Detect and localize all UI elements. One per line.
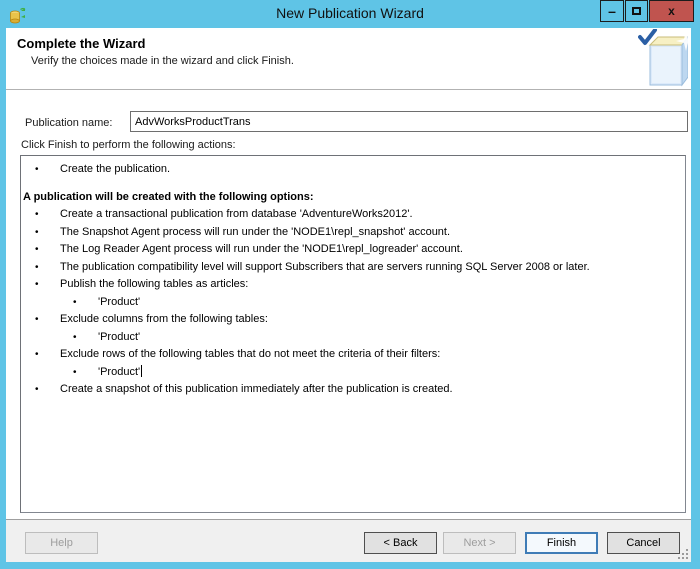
text-caret: [141, 365, 142, 377]
list-item: •'Product': [21, 364, 685, 382]
list-item: •The Snapshot Agent process will run und…: [21, 224, 685, 242]
bullet-icon: •: [35, 241, 39, 259]
maximize-icon: [632, 7, 641, 15]
list-item: •The Log Reader Agent process will run u…: [21, 241, 685, 259]
finish-button[interactable]: Finish: [525, 532, 598, 554]
list-item: •Create the publication.: [21, 161, 685, 179]
bullet-icon: •: [35, 259, 39, 277]
help-button: Help: [25, 532, 98, 554]
bullet-icon: •: [35, 311, 39, 329]
button-strip: Help < Back Next > Finish Cancel: [6, 519, 691, 562]
close-button[interactable]: x: [649, 0, 694, 22]
list-item: •Publish the following tables as article…: [21, 276, 685, 294]
bullet-icon: •: [35, 381, 39, 399]
list-section-heading: A publication will be created with the f…: [21, 189, 685, 207]
bullet-icon: •: [35, 206, 39, 224]
window-title: New Publication Wizard: [0, 5, 700, 21]
resize-grip[interactable]: [678, 549, 688, 559]
list-item: •'Product': [21, 329, 685, 347]
list-item: •Create a snapshot of this publication i…: [21, 381, 685, 399]
cancel-button[interactable]: Cancel: [607, 532, 680, 554]
next-button: Next >: [443, 532, 516, 554]
bullet-icon: •: [35, 224, 39, 242]
dialog-body: Complete the Wizard Verify the choices m…: [6, 28, 691, 562]
maximize-button[interactable]: [625, 0, 648, 22]
minimize-button[interactable]: –: [600, 0, 624, 22]
publication-name-input[interactable]: [130, 111, 688, 132]
list-item: •Create a transactional publication from…: [21, 206, 685, 224]
new-publication-wizard-window: New Publication Wizard – x Complete the …: [0, 0, 700, 569]
bullet-icon: •: [73, 329, 77, 347]
minimize-icon: –: [608, 3, 616, 19]
page-subtitle: Verify the choices made in the wizard an…: [31, 55, 294, 67]
titlebar[interactable]: New Publication Wizard – x: [0, 0, 700, 28]
bullet-icon: •: [35, 276, 39, 294]
list-item: •Exclude columns from the following tabl…: [21, 311, 685, 329]
summary-listbox[interactable]: •Create the publication. A publication w…: [20, 155, 686, 513]
list-item: •The publication compatibility level wil…: [21, 259, 685, 277]
page-title: Complete the Wizard: [17, 36, 145, 51]
list-item: •'Product': [21, 294, 685, 312]
wizard-header: Complete the Wizard Verify the choices m…: [6, 28, 691, 90]
bullet-icon: •: [35, 346, 39, 364]
wizard-book-check-icon: [638, 29, 688, 89]
back-button[interactable]: < Back: [364, 532, 437, 554]
bullet-icon: •: [73, 364, 77, 382]
bullet-icon: •: [35, 161, 39, 179]
publication-name-label: Publication name:: [25, 117, 112, 129]
bullet-icon: •: [73, 294, 77, 312]
list-item: •Exclude rows of the following tables th…: [21, 346, 685, 364]
close-icon: x: [668, 4, 675, 18]
actions-label: Click Finish to perform the following ac…: [21, 139, 236, 151]
